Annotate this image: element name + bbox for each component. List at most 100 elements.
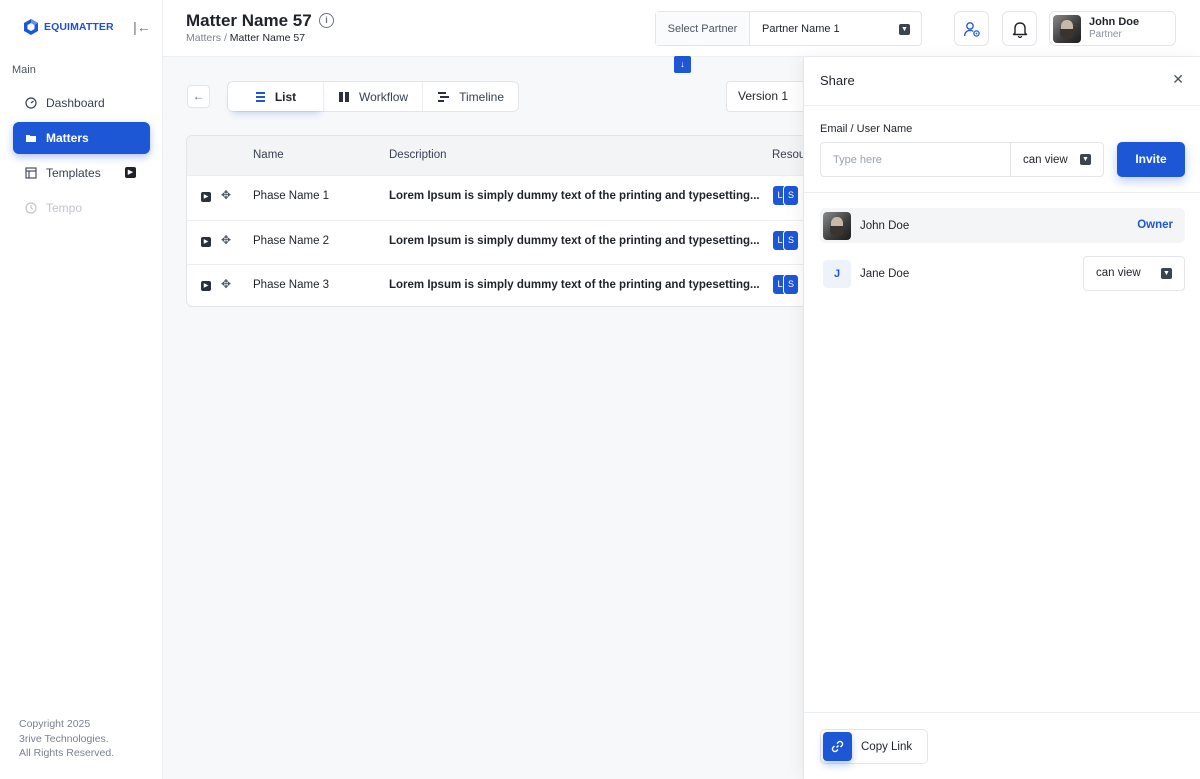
copy-link-button[interactable]: Copy Link (820, 729, 928, 764)
collapse-sidebar-icon[interactable]: |← (133, 18, 151, 36)
column-header-description[interactable]: Description (389, 149, 447, 161)
user-role: Partner (1089, 29, 1122, 40)
download-icon[interactable]: ↓ (674, 56, 691, 73)
list-icon (255, 91, 265, 102)
partner-value-text: Partner Name 1 (762, 22, 840, 35)
resource-badges[interactable]: L S (772, 274, 799, 295)
expand-row-icon[interactable]: ▶ (201, 192, 211, 202)
back-button[interactable]: ← (187, 85, 210, 108)
tab-timeline[interactable]: Timeline (423, 82, 518, 111)
resource-badges[interactable]: L S (772, 229, 799, 251)
sidebar-item-label: Templates (46, 166, 101, 180)
bell-icon (1012, 21, 1027, 38)
chevron-down-icon[interactable]: ▼ (1161, 268, 1172, 279)
table-header: Name Description Resou (187, 136, 815, 175)
drag-handle-icon[interactable]: ✥ (221, 233, 231, 247)
invite-permission-select[interactable]: can view ▼ (1011, 143, 1103, 176)
avatar (1053, 14, 1081, 43)
partner-select[interactable]: Select Partner Partner Name 1 ▼ (655, 11, 922, 46)
sidebar-item-label: Dashboard (46, 96, 105, 110)
resource-badge: S (783, 185, 799, 206)
partner-select-value[interactable]: Partner Name 1 ▼ (750, 12, 921, 45)
member-row-owner: John Doe Owner (820, 208, 1185, 243)
permission-value: can view (1023, 153, 1068, 166)
phase-name[interactable]: Phase Name 2 (253, 235, 329, 247)
timeline-icon (438, 91, 450, 102)
table-row[interactable]: ▶ ✥ Phase Name 1 Lorem Ipsum is simply d… (187, 175, 815, 220)
drag-handle-icon[interactable]: ✥ (221, 188, 231, 202)
breadcrumb-separator: / (223, 32, 227, 44)
avatar (823, 211, 851, 240)
tab-workflow[interactable]: Workflow (324, 82, 424, 111)
tab-label: Workflow (358, 89, 409, 104)
user-settings-button[interactable] (954, 11, 989, 46)
sidebar-item-label: Tempo (46, 201, 83, 215)
tab-label: Timeline (459, 89, 504, 104)
chevron-down-icon[interactable]: ▼ (1080, 154, 1091, 165)
share-panel: Share ✕ Email / User Name can view ▼ Inv… (803, 57, 1200, 779)
owner-role-label: Owner (1137, 219, 1173, 231)
column-header-resources[interactable]: Resou (772, 149, 805, 161)
nav-section-label: Main (12, 64, 36, 76)
chevron-right-icon[interactable]: ▶ (125, 167, 136, 178)
close-icon[interactable]: ✕ (1172, 71, 1184, 88)
user-name: John Doe (1089, 16, 1140, 28)
column-header-name[interactable]: Name (253, 149, 284, 161)
phase-name[interactable]: Phase Name 1 (253, 190, 329, 202)
partner-select-label: Select Partner (656, 12, 750, 45)
expand-row-icon[interactable]: ▶ (201, 281, 211, 291)
sidebar-item-matters[interactable]: Matters (13, 122, 150, 154)
link-icon (823, 732, 852, 761)
email-field-label: Email / User Name (820, 123, 913, 135)
member-permission-select[interactable]: can view ▼ (1083, 256, 1185, 291)
notifications-button[interactable] (1002, 11, 1037, 46)
sidebar-item-label: Matters (46, 131, 89, 145)
permission-value: can view (1096, 267, 1141, 279)
share-panel-header: Share ✕ (804, 57, 1200, 106)
resource-badges[interactable]: L S (772, 185, 799, 206)
chevron-down-icon[interactable]: ▼ (899, 24, 910, 35)
page-title: Matter Name 57 (186, 11, 312, 30)
sidebar-item-tempo: Tempo (13, 192, 150, 224)
clock-icon (25, 202, 37, 214)
invite-form: can view ▼ (820, 142, 1104, 177)
expand-row-icon[interactable]: ▶ (201, 236, 211, 247)
member-initial-avatar: J (823, 259, 851, 288)
logo-text: EQUIMATTER (44, 21, 114, 33)
sidebar-item-templates[interactable]: Templates ▶ (13, 157, 150, 189)
app-logo[interactable]: EQUIMATTER (22, 18, 114, 36)
template-icon (25, 167, 37, 179)
main-nav: Dashboard Matters Templates ▶ Tempo (13, 87, 150, 227)
member-name: John Doe (860, 219, 910, 232)
tab-label: List (274, 89, 297, 104)
tab-list[interactable]: List (228, 82, 324, 111)
copyright-line: Copyright 2025 (19, 718, 91, 730)
member-name: Jane Doe (860, 267, 910, 280)
copy-link-label: Copy Link (861, 740, 913, 753)
copyright-text: Copyright 2025 3rive Technologies. All R… (19, 717, 114, 761)
phase-description: Lorem Ipsum is simply dummy text of the … (389, 190, 760, 202)
table-row[interactable]: ▶ ✥ Phase Name 3 Lorem Ipsum is simply d… (187, 264, 815, 306)
breadcrumb-parent[interactable]: Matters (186, 32, 221, 44)
top-header: Matter Name 57 i Matters / Matter Name 5… (163, 0, 1200, 57)
breadcrumb-current: Matter Name 57 (229, 32, 306, 44)
version-select[interactable]: Version 1 (726, 81, 806, 112)
info-icon[interactable]: i (319, 13, 334, 28)
phases-table: Name Description Resou ▶ ✥ Phase Name 1 … (186, 135, 816, 307)
email-field[interactable] (821, 143, 1011, 176)
phase-name[interactable]: Phase Name 3 (253, 279, 329, 291)
columns-icon (338, 91, 349, 102)
invite-button[interactable]: Invite (1117, 142, 1185, 177)
arrow-left-icon: ← (192, 89, 205, 103)
phase-description: Lorem Ipsum is simply dummy text of the … (389, 279, 760, 291)
copyright-line: 3rive Technologies. (19, 732, 109, 745)
folder-icon (25, 132, 37, 144)
table-row[interactable]: ▶ ✥ Phase Name 2 Lorem Ipsum is simply d… (187, 219, 815, 265)
share-title: Share (820, 73, 855, 88)
drag-handle-icon[interactable]: ✥ (221, 277, 231, 291)
sidebar-item-dashboard[interactable]: Dashboard (13, 87, 150, 119)
sidebar: EQUIMATTER |← Main Dashboard Matters Tem… (0, 0, 163, 779)
user-menu[interactable]: John Doe Partner (1049, 11, 1176, 46)
user-gear-icon (963, 21, 980, 37)
resource-badge: S (783, 229, 799, 251)
